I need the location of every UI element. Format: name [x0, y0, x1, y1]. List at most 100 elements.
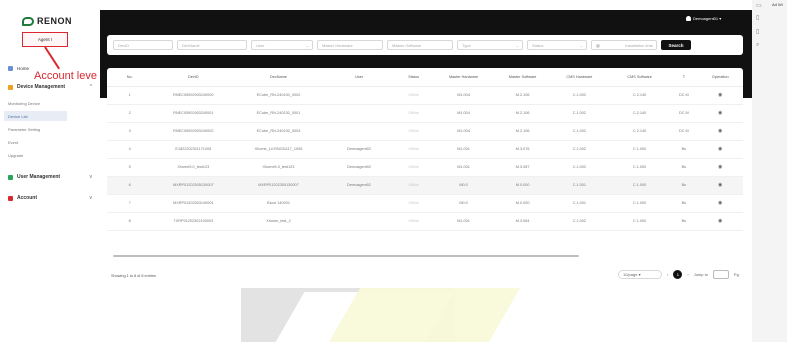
- sidebar-group-label: User Management: [17, 174, 61, 180]
- status-cell: Offline: [395, 122, 432, 141]
- table-cell: C.1.002: [549, 212, 609, 231]
- home-icon: [8, 66, 13, 71]
- horizontal-scrollbar[interactable]: [113, 255, 579, 257]
- column-header: CMS Hardware: [549, 68, 609, 87]
- filter-devname-input[interactable]: DevName: [177, 40, 247, 50]
- table-cell: E1822202311171005: [152, 140, 235, 159]
- table-cell: Xhome5.0_test123: [152, 158, 235, 177]
- table-cell: Xhome_test_2: [234, 212, 323, 231]
- table-cell: M.2.106: [495, 122, 550, 141]
- table-cell: C.1.002: [549, 86, 609, 105]
- column-header: Operation: [697, 68, 743, 87]
- filter-type-select[interactable]: Type ⌄: [457, 40, 523, 50]
- filter-master-software-input[interactable]: Master Software: [387, 40, 453, 50]
- sidebar-item-home[interactable]: Home: [8, 66, 29, 71]
- page-1-button[interactable]: 1: [673, 270, 683, 279]
- agent-badge: Agent I: [22, 32, 68, 47]
- view-icon[interactable]: ◉: [697, 140, 743, 159]
- column-header: DevName: [234, 68, 323, 87]
- user-management-icon: [8, 174, 13, 180]
- table-cell: C.2.140: [608, 122, 671, 141]
- table-cell: Demoagent02: [322, 158, 396, 177]
- table-cell: C.1.000: [608, 140, 671, 159]
- column-header: No.: [107, 68, 153, 87]
- column-header: Status: [395, 68, 432, 87]
- view-icon[interactable]: ◉: [697, 212, 743, 231]
- bookmark-icon[interactable]: ▯: [756, 28, 759, 35]
- status-cell: Offline: [395, 194, 432, 213]
- filter-user-select[interactable]: User ⌄: [251, 40, 313, 50]
- goto-page-input[interactable]: [712, 270, 729, 279]
- table-row[interactable]: 3 RNEC05902903240002 ECube_RN-240130_0003 O…: [107, 122, 743, 141]
- table-cell: C.1.000: [608, 194, 671, 213]
- table-cell: C.1.000: [608, 212, 671, 231]
- sidebar-group-device-management[interactable]: Device Management ^: [8, 84, 96, 90]
- filter-installation-time-input[interactable]: ▦ Installation time: [591, 40, 657, 50]
- view-icon[interactable]: ◉: [697, 86, 743, 105]
- table-cell: 4: [107, 140, 153, 159]
- table-cell: Xhome_LV-RN231117_1005: [234, 140, 323, 159]
- table-row[interactable]: 8 TXRP01202302100003 Xhome_test_2 Offline M1…: [107, 212, 743, 231]
- prev-page-button[interactable]: ‹: [667, 272, 668, 277]
- device-icon: [8, 84, 13, 90]
- table-cell: M.3.064: [495, 212, 550, 231]
- table-cell: M0.0: [431, 176, 496, 195]
- table-row[interactable]: 4 E1822202311171005 Xhome_LV-RN231117_1005…: [107, 140, 743, 159]
- user-menu[interactable]: Demoagent01 ▾: [686, 16, 721, 21]
- table-cell: 1: [107, 86, 153, 105]
- table-row[interactable]: 1 RNEC05902903240000 ECube_RN-240130_0002 O…: [107, 86, 743, 105]
- filter-master-hardware-input[interactable]: Master Hardware: [317, 40, 383, 50]
- table-row[interactable]: 2 RNEC05902903240001 ECube_RN-240130_0001 O…: [107, 104, 743, 123]
- window-icon[interactable]: ▭: [756, 2, 762, 9]
- sidebar-item-parameter-setting[interactable]: Parameter Setting: [4, 124, 67, 134]
- status-cell: Offline: [395, 176, 432, 195]
- annotation-text: Account leve: [34, 70, 97, 82]
- chevron-up-icon: ^: [89, 84, 92, 90]
- column-header: Master Software: [495, 68, 550, 87]
- search-icon[interactable]: ⌕: [756, 42, 759, 49]
- page-size-select[interactable]: 10/page ▾: [618, 270, 662, 279]
- view-icon[interactable]: ◉: [697, 176, 743, 195]
- view-icon[interactable]: ◉: [697, 122, 743, 141]
- table-cell: 7: [107, 194, 153, 213]
- table-row[interactable]: 6 MXRP01202305130007 MXRP01202305130007 Dem…: [107, 176, 743, 195]
- table-cell: C.2.140: [608, 86, 671, 105]
- calendar-icon: ▦: [596, 42, 600, 48]
- sidebar-item-upgrade[interactable]: Upgrade: [4, 150, 67, 160]
- search-button[interactable]: Search: [661, 40, 691, 50]
- table-cell: 3: [107, 122, 153, 141]
- view-icon[interactable]: ◉: [697, 194, 743, 213]
- filter-devid-input[interactable]: DevID: [113, 40, 173, 50]
- device-table-card: No. DevID DevName User Status Master Hardware…: [107, 68, 743, 288]
- view-icon[interactable]: ◉: [697, 104, 743, 123]
- table-cell: [322, 194, 396, 213]
- next-page-button[interactable]: ›: [687, 272, 688, 277]
- device-table: No. DevID DevName User Status Master Hardware…: [107, 68, 743, 231]
- sidebar-group-user-management[interactable]: User Management v: [8, 174, 96, 180]
- sidebar-item-label: Home: [17, 66, 30, 71]
- filter-status-select[interactable]: Status ⌄: [527, 40, 587, 50]
- view-icon[interactable]: ◉: [697, 158, 743, 177]
- table-cell: DC M: [670, 86, 698, 105]
- status-cell: Offline: [395, 158, 432, 177]
- column-header: User: [322, 68, 396, 87]
- chevron-down-icon: ⌄: [579, 42, 583, 48]
- chevron-down-icon: v: [89, 195, 93, 201]
- table-row[interactable]: 7 MXRP01202303140001 Escol 140001 Offline M0…: [107, 194, 743, 213]
- pagination: 10/page ▾ ‹ 1 › Jump to Pg: [618, 270, 739, 279]
- table-cell: C.2.140: [608, 104, 671, 123]
- table-cell: Bs: [670, 140, 698, 159]
- username-label: Demoagent01 ▾: [693, 16, 722, 21]
- table-cell: TXRP01202302100003: [152, 212, 235, 231]
- goto-label: Jump to: [693, 272, 708, 277]
- sidebar-group-account[interactable]: Account v: [8, 195, 96, 201]
- table-cell: RNEC05902903240002: [152, 122, 235, 141]
- sidebar-item-device-list[interactable]: Device List: [4, 111, 67, 121]
- document-icon[interactable]: ▯: [756, 14, 759, 21]
- table-row[interactable]: 5 Xhome5.0_test123 Xhome5.0_test123 Demoage…: [107, 158, 743, 177]
- sidebar-item-event[interactable]: Event: [4, 137, 67, 147]
- status-cell: Offline: [395, 140, 432, 159]
- table-cell: ECube_RN-240130_0002: [234, 86, 323, 105]
- table-cell: Escol 140001: [234, 194, 323, 213]
- sidebar-item-monitoring-device[interactable]: Monitoring Device: [4, 98, 67, 108]
